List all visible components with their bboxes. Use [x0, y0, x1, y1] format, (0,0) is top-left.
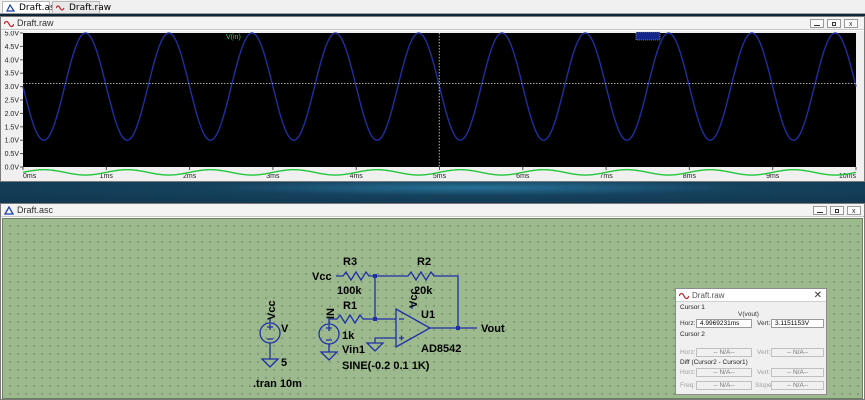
schematic-icon [4, 206, 14, 215]
cursor1-vert-field[interactable]: 3.1151153V [771, 319, 824, 328]
slope-field: -- N/A-- [771, 381, 824, 390]
cursor1-group-label: Cursor 1 [680, 304, 705, 311]
x-tick-label: 5ms [433, 173, 447, 180]
y-tick-label: 4.5V [5, 44, 20, 51]
waveform-icon [679, 292, 689, 300]
diff-horz-field: -- N/A-- [696, 368, 752, 377]
diff-vert-field: -- N/A-- [771, 368, 824, 377]
x-tick-label: 6ms [516, 173, 530, 180]
cursor1-trace: V(vout) [738, 311, 759, 318]
y-tick-label: 2.0V [5, 111, 20, 118]
waveform-window-title: Draft.raw [17, 18, 54, 28]
tab-draft-raw[interactable]: Draft.raw [52, 1, 111, 13]
ground-symbol-opamp [365, 342, 385, 352]
tab-draft-asc[interactable]: Draft.asc [2, 1, 60, 13]
opamp-input-plus [399, 335, 404, 341]
x-tick-label: 1ms [100, 173, 114, 180]
resistor-r1[interactable] [334, 313, 375, 325]
close-icon[interactable]: ✕ [814, 289, 822, 302]
waveform-icon [4, 20, 14, 28]
y-tick-label: 4.0V [5, 57, 20, 64]
y-axis: 0.0V 0.5V 1.0V 1.5V 2.0V 2.5V 3.0V 3.5V 4.0V 4.5V… [5, 31, 23, 172]
u1-name[interactable]: U1 [421, 309, 435, 321]
x-axis: 0ms 1ms 2ms 3ms 4ms 5ms 6ms 7ms 8ms 9ms 10ms [22, 167, 857, 180]
cursor-dialog[interactable]: Draft.raw ✕ Cursor 1 V(vout) Horz: 4.996… [675, 288, 827, 395]
r3-value[interactable]: 100k [337, 285, 362, 297]
diff-vert-label: Vert: [757, 369, 771, 376]
close-button[interactable]: x [847, 206, 861, 215]
in-net-label[interactable]: IN [325, 308, 337, 319]
cursor2-vert-field: -- N/A-- [771, 348, 824, 357]
trace-label-vout-box[interactable] [635, 31, 661, 41]
x-tick-label: 4ms [350, 173, 364, 180]
tab-label: Draft.raw [69, 3, 112, 13]
y-tick-label: 2.5V [5, 98, 20, 105]
diff-group-label: Diff (Cursor2 - Cursor1) [680, 359, 748, 366]
x-tick-label: 3ms [266, 173, 280, 180]
minimize-button[interactable] [813, 206, 827, 215]
wire-plus-ground [374, 337, 396, 343]
cursor2-vert-label: Vert: [757, 349, 771, 356]
cursor1-horz-field[interactable]: 4.9969231ms [696, 319, 752, 328]
waveform-icon [56, 5, 65, 11]
schematic-window-title: Draft.asc [17, 205, 54, 215]
cursor-dialog-title: Draft.raw [692, 291, 725, 300]
cursor1-vert-label: Vert: [757, 320, 771, 327]
freq-field: -- N/A-- [696, 381, 752, 390]
waveform-window-title-bar[interactable]: Draft.raw x [1, 17, 864, 30]
vout-net-label[interactable]: Vout [481, 323, 505, 335]
v-source-value[interactable]: 5 [281, 357, 287, 369]
trace-label-vin[interactable]: V(in) [226, 34, 241, 41]
resistor-r3[interactable] [336, 270, 375, 282]
wire-feedback [374, 276, 396, 320]
schematic-icon [6, 4, 15, 12]
vin1-value[interactable]: SINE(-0.2 0.1 1K) [342, 360, 430, 372]
ground-symbol-v [260, 358, 280, 368]
y-tick-label: 1.5V [5, 124, 20, 131]
r3-name[interactable]: R3 [343, 256, 357, 268]
vcc-net-label[interactable]: Vcc [312, 271, 332, 283]
x-tick-label: 0ms [23, 173, 37, 180]
close-button[interactable]: x [844, 19, 858, 28]
y-tick-label: 0.0V [5, 165, 20, 172]
cursor2-horz-label: Horz: [680, 349, 696, 356]
cursor2-horz-field: -- N/A-- [696, 348, 752, 357]
source-vin1-signs [326, 325, 332, 341]
tran-directive[interactable]: .tran 10m [253, 378, 302, 390]
document-tab-bar: Draft.asc Draft.raw [0, 0, 865, 14]
vcc-source-label[interactable]: Vcc [266, 300, 278, 320]
v-source-name[interactable]: V [281, 323, 289, 335]
x-tick-label: 9ms [766, 173, 780, 180]
y-tick-label: 0.5V [5, 151, 20, 158]
waveform-window[interactable]: Draft.raw x 0.0V 0.5V 1.0V 1.5V 2.0V 2.5V 3.0V… [0, 16, 865, 182]
source-v-signs [267, 324, 273, 340]
cursor-dialog-title-bar[interactable]: Draft.raw ✕ [676, 289, 826, 302]
diff-horz-label: Horz: [680, 369, 696, 376]
opamp-vcc-label[interactable]: Vcc [408, 288, 420, 308]
restore-button[interactable] [827, 19, 841, 28]
y-tick-label: 5.0V [5, 31, 20, 38]
restore-button[interactable] [830, 206, 844, 215]
y-tick-label: 3.5V [5, 71, 20, 78]
cursor2-group-label: Cursor 2 [680, 331, 705, 338]
cursor1-horz-label: Horz: [680, 320, 696, 327]
u1-part[interactable]: AD8542 [421, 343, 461, 355]
vin1-name[interactable]: Vin1 [342, 344, 365, 356]
x-tick-label: 2ms [183, 173, 197, 180]
schematic-window-title-bar[interactable]: Draft.asc x [1, 204, 864, 217]
r2-name[interactable]: R2 [417, 256, 431, 268]
y-tick-label: 1.0V [5, 138, 20, 145]
x-tick-label: 8ms [683, 173, 697, 180]
r1-name[interactable]: R1 [343, 300, 357, 312]
waveform-chart[interactable]: 0.0V 0.5V 1.0V 1.5V 2.0V 2.5V 3.0V 3.5V 4.0V 4.5V… [1, 31, 864, 181]
ground-symbol-vin1 [319, 351, 339, 361]
x-tick-label: 7ms [599, 173, 613, 180]
waveform-plot[interactable]: 0.0V 0.5V 1.0V 1.5V 2.0V 2.5V 3.0V 3.5V 4.0V 4.5V… [1, 31, 864, 181]
minimize-button[interactable] [810, 19, 824, 28]
freq-label: Freq: [680, 382, 696, 389]
y-tick-label: 3.0V [5, 84, 20, 91]
r1-value[interactable]: 1k [342, 330, 355, 342]
